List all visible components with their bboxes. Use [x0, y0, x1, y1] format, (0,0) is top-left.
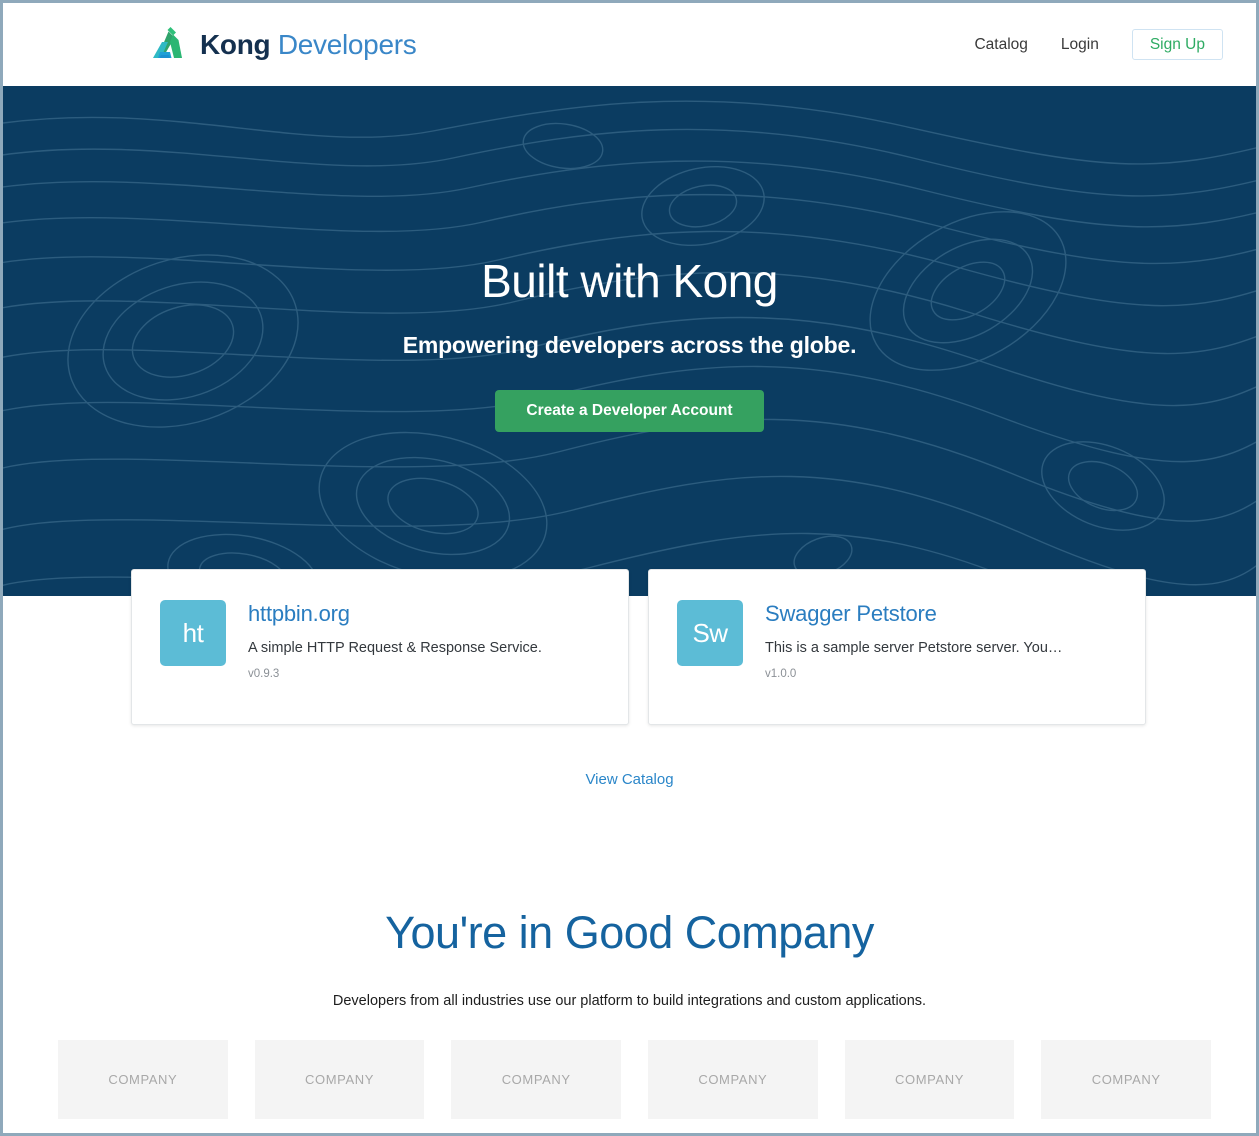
- kong-gavel-icon: [153, 26, 182, 58]
- nav-link-catalog[interactable]: Catalog: [974, 36, 1027, 54]
- service-card-row: ht httpbin.org A simple HTTP Request & R…: [131, 569, 1146, 725]
- service-icon: ht: [160, 600, 226, 666]
- good-company-section: You're in Good Company Developers from a…: [3, 908, 1256, 1009]
- service-card[interactable]: Sw Swagger Petstore This is a sample ser…: [648, 569, 1146, 725]
- signup-button[interactable]: Sign Up: [1131, 28, 1223, 61]
- service-card[interactable]: ht httpbin.org A simple HTTP Request & R…: [131, 569, 629, 725]
- brand-logo[interactable]: Kong Developers: [149, 25, 417, 65]
- hero-title: Built with Kong: [481, 255, 778, 307]
- service-description: A simple HTTP Request & Response Service…: [248, 640, 542, 656]
- site-header: Kong Developers Catalog Login Sign Up: [3, 3, 1256, 86]
- company-logo: COMPANY: [844, 1040, 1015, 1119]
- company-logo: COMPANY: [1041, 1040, 1212, 1119]
- service-icon: Sw: [677, 600, 743, 666]
- hero-content: Built with Kong Empowering developers ac…: [3, 86, 1256, 596]
- good-company-title: You're in Good Company: [385, 907, 874, 958]
- service-version: v1.0.0: [765, 668, 797, 680]
- page-root: Kong Developers Catalog Login Sign Up Bu…: [0, 0, 1259, 1136]
- brand-name-primary: Kong: [200, 28, 271, 60]
- brand-name-secondary: Developers: [277, 28, 417, 60]
- brand-text: Kong Developers: [200, 28, 417, 61]
- create-developer-account-button[interactable]: Create a Developer Account: [495, 390, 764, 432]
- service-card-body: httpbin.org A simple HTTP Request & Resp…: [248, 600, 542, 694]
- service-version: v0.9.3: [248, 668, 280, 680]
- company-logo: COMPANY: [254, 1040, 425, 1119]
- hero-section: Built with Kong Empowering developers ac…: [3, 86, 1256, 596]
- service-title[interactable]: Swagger Petstore: [765, 601, 1062, 627]
- company-logo-row: COMPANY COMPANY COMPANY COMPANY COMPANY …: [58, 1040, 1212, 1119]
- service-card-body: Swagger Petstore This is a sample server…: [765, 600, 1062, 694]
- service-description: This is a sample server Petstore server.…: [765, 640, 1063, 656]
- nav-link-login[interactable]: Login: [1061, 36, 1099, 54]
- company-logo: COMPANY: [451, 1040, 622, 1119]
- company-logo: COMPANY: [648, 1040, 818, 1119]
- view-catalog-link[interactable]: View Catalog: [3, 771, 1256, 788]
- hero-subtitle: Empowering developers across the globe.: [402, 332, 857, 358]
- main-nav: Catalog Login Sign Up: [974, 28, 1223, 61]
- company-logo: COMPANY: [58, 1040, 228, 1119]
- good-company-subtitle: Developers from all industries use our p…: [332, 992, 927, 1009]
- service-title[interactable]: httpbin.org: [248, 601, 542, 627]
